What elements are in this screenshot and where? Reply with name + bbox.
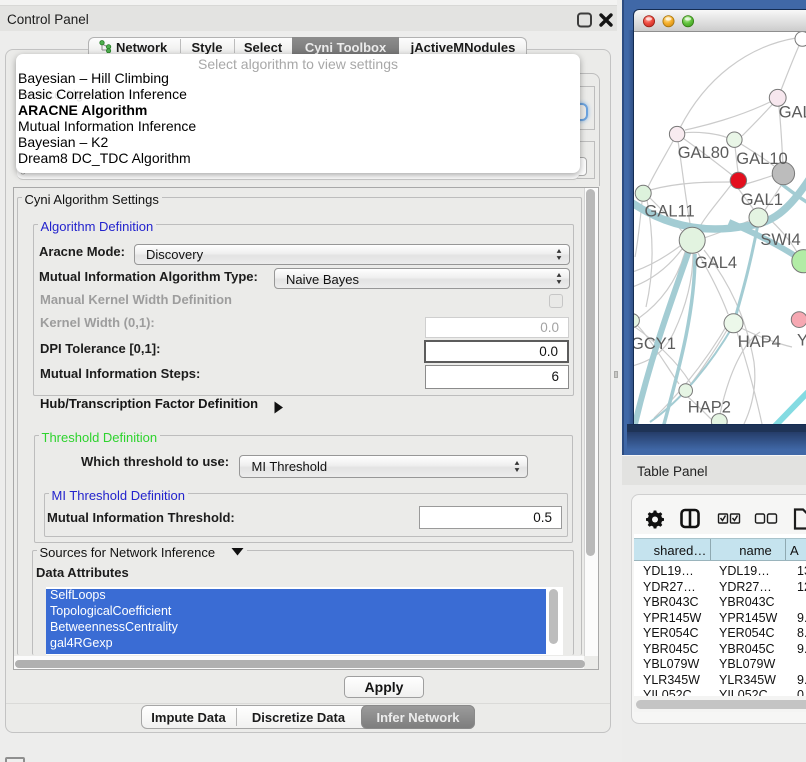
svg-text:GAL: GAL [779, 104, 806, 122]
svg-text:SWI4: SWI4 [760, 231, 800, 249]
svg-text:Y: Y [797, 332, 806, 350]
svg-text:GAL11: GAL11 [645, 203, 695, 221]
svg-text:GAL4: GAL4 [695, 254, 737, 272]
svg-text:GAL1: GAL1 [741, 191, 783, 209]
svg-text:GCY1: GCY1 [634, 335, 676, 353]
svg-text:HAP4: HAP4 [738, 333, 781, 351]
svg-text:GAL80: GAL80 [678, 144, 729, 162]
svg-text:HAP2: HAP2 [688, 399, 731, 417]
svg-text:GAL10: GAL10 [736, 150, 787, 168]
